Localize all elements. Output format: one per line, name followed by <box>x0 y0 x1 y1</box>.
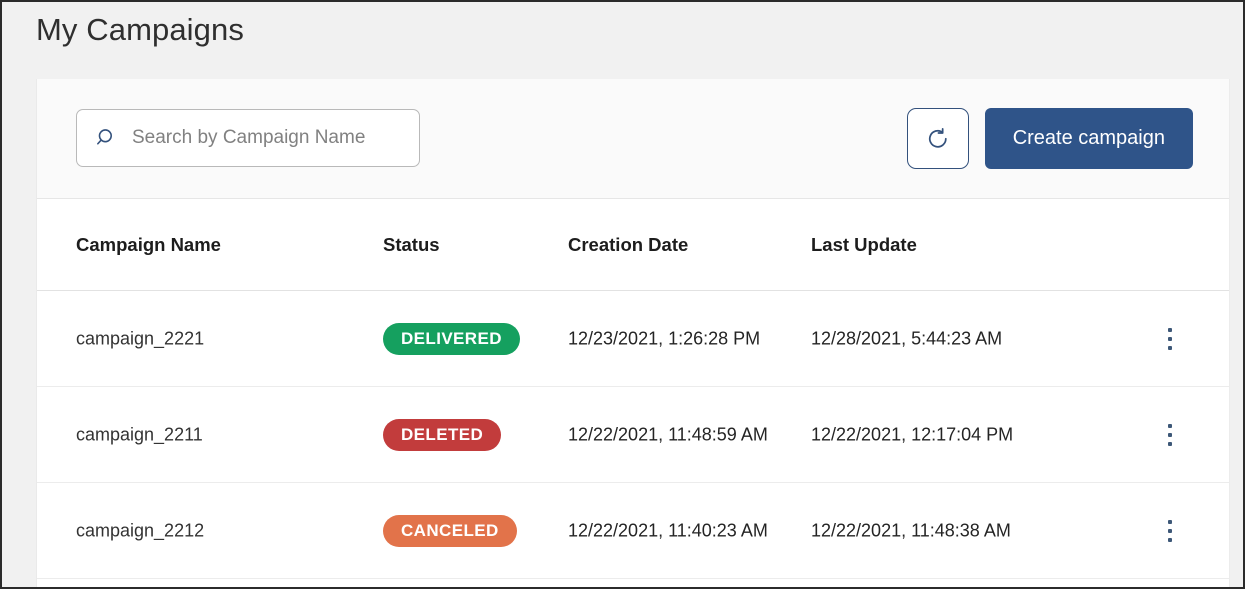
cell-campaign-name: campaign_2221 <box>76 328 204 349</box>
page-title: My Campaigns <box>36 12 244 48</box>
table-row[interactable]: campaign_2221 DELIVERED 12/23/2021, 1:26… <box>37 291 1229 387</box>
cell-creation-date: 12/22/2021, 11:40:23 AM <box>568 520 768 541</box>
status-badge: CANCELED <box>383 515 517 547</box>
refresh-button[interactable] <box>907 108 969 169</box>
cell-last-update: 12/22/2021, 11:48:38 AM <box>811 520 1011 541</box>
cell-status: DELIVERED <box>383 323 520 355</box>
row-actions[interactable] <box>1157 324 1183 354</box>
campaigns-table: Campaign Name Status Creation Date Last … <box>37 199 1229 579</box>
table-row[interactable]: campaign_2212 CANCELED 12/22/2021, 11:40… <box>37 483 1229 579</box>
cell-creation-date: 12/22/2021, 11:48:59 AM <box>568 424 768 445</box>
cell-last-update: 12/28/2021, 5:44:23 AM <box>811 328 1002 349</box>
cell-creation-date: 12/23/2021, 1:26:28 PM <box>568 328 760 349</box>
refresh-icon <box>925 126 951 152</box>
status-badge: DELIVERED <box>383 323 520 355</box>
search-field[interactable] <box>76 109 420 167</box>
kebab-menu-icon[interactable] <box>1157 420 1183 450</box>
status-badge: DELETED <box>383 419 501 451</box>
table-header-row: Campaign Name Status Creation Date Last … <box>37 199 1229 291</box>
cell-status: CANCELED <box>383 515 517 547</box>
kebab-menu-icon[interactable] <box>1157 324 1183 354</box>
toolbar-actions: Create campaign <box>907 108 1193 169</box>
row-actions[interactable] <box>1157 516 1183 546</box>
column-header-last-update: Last Update <box>811 234 917 256</box>
campaigns-card: Create campaign Campaign Name Status Cre… <box>36 79 1230 589</box>
cell-last-update: 12/22/2021, 12:17:04 PM <box>811 424 1013 445</box>
kebab-menu-icon[interactable] <box>1157 516 1183 546</box>
search-icon <box>91 127 132 149</box>
create-campaign-button[interactable]: Create campaign <box>985 108 1193 169</box>
campaigns-toolbar: Create campaign <box>37 79 1229 199</box>
cell-campaign-name: campaign_2212 <box>76 520 204 541</box>
column-header-campaign-name: Campaign Name <box>76 234 221 256</box>
column-header-status: Status <box>383 234 440 256</box>
row-actions[interactable] <box>1157 420 1183 450</box>
cell-status: DELETED <box>383 419 501 451</box>
column-header-creation-date: Creation Date <box>568 234 688 256</box>
cell-campaign-name: campaign_2211 <box>76 424 203 445</box>
search-input[interactable] <box>132 127 405 149</box>
table-row[interactable]: campaign_2211 DELETED 12/22/2021, 11:48:… <box>37 387 1229 483</box>
app-window: My Campaigns <box>0 0 1245 589</box>
